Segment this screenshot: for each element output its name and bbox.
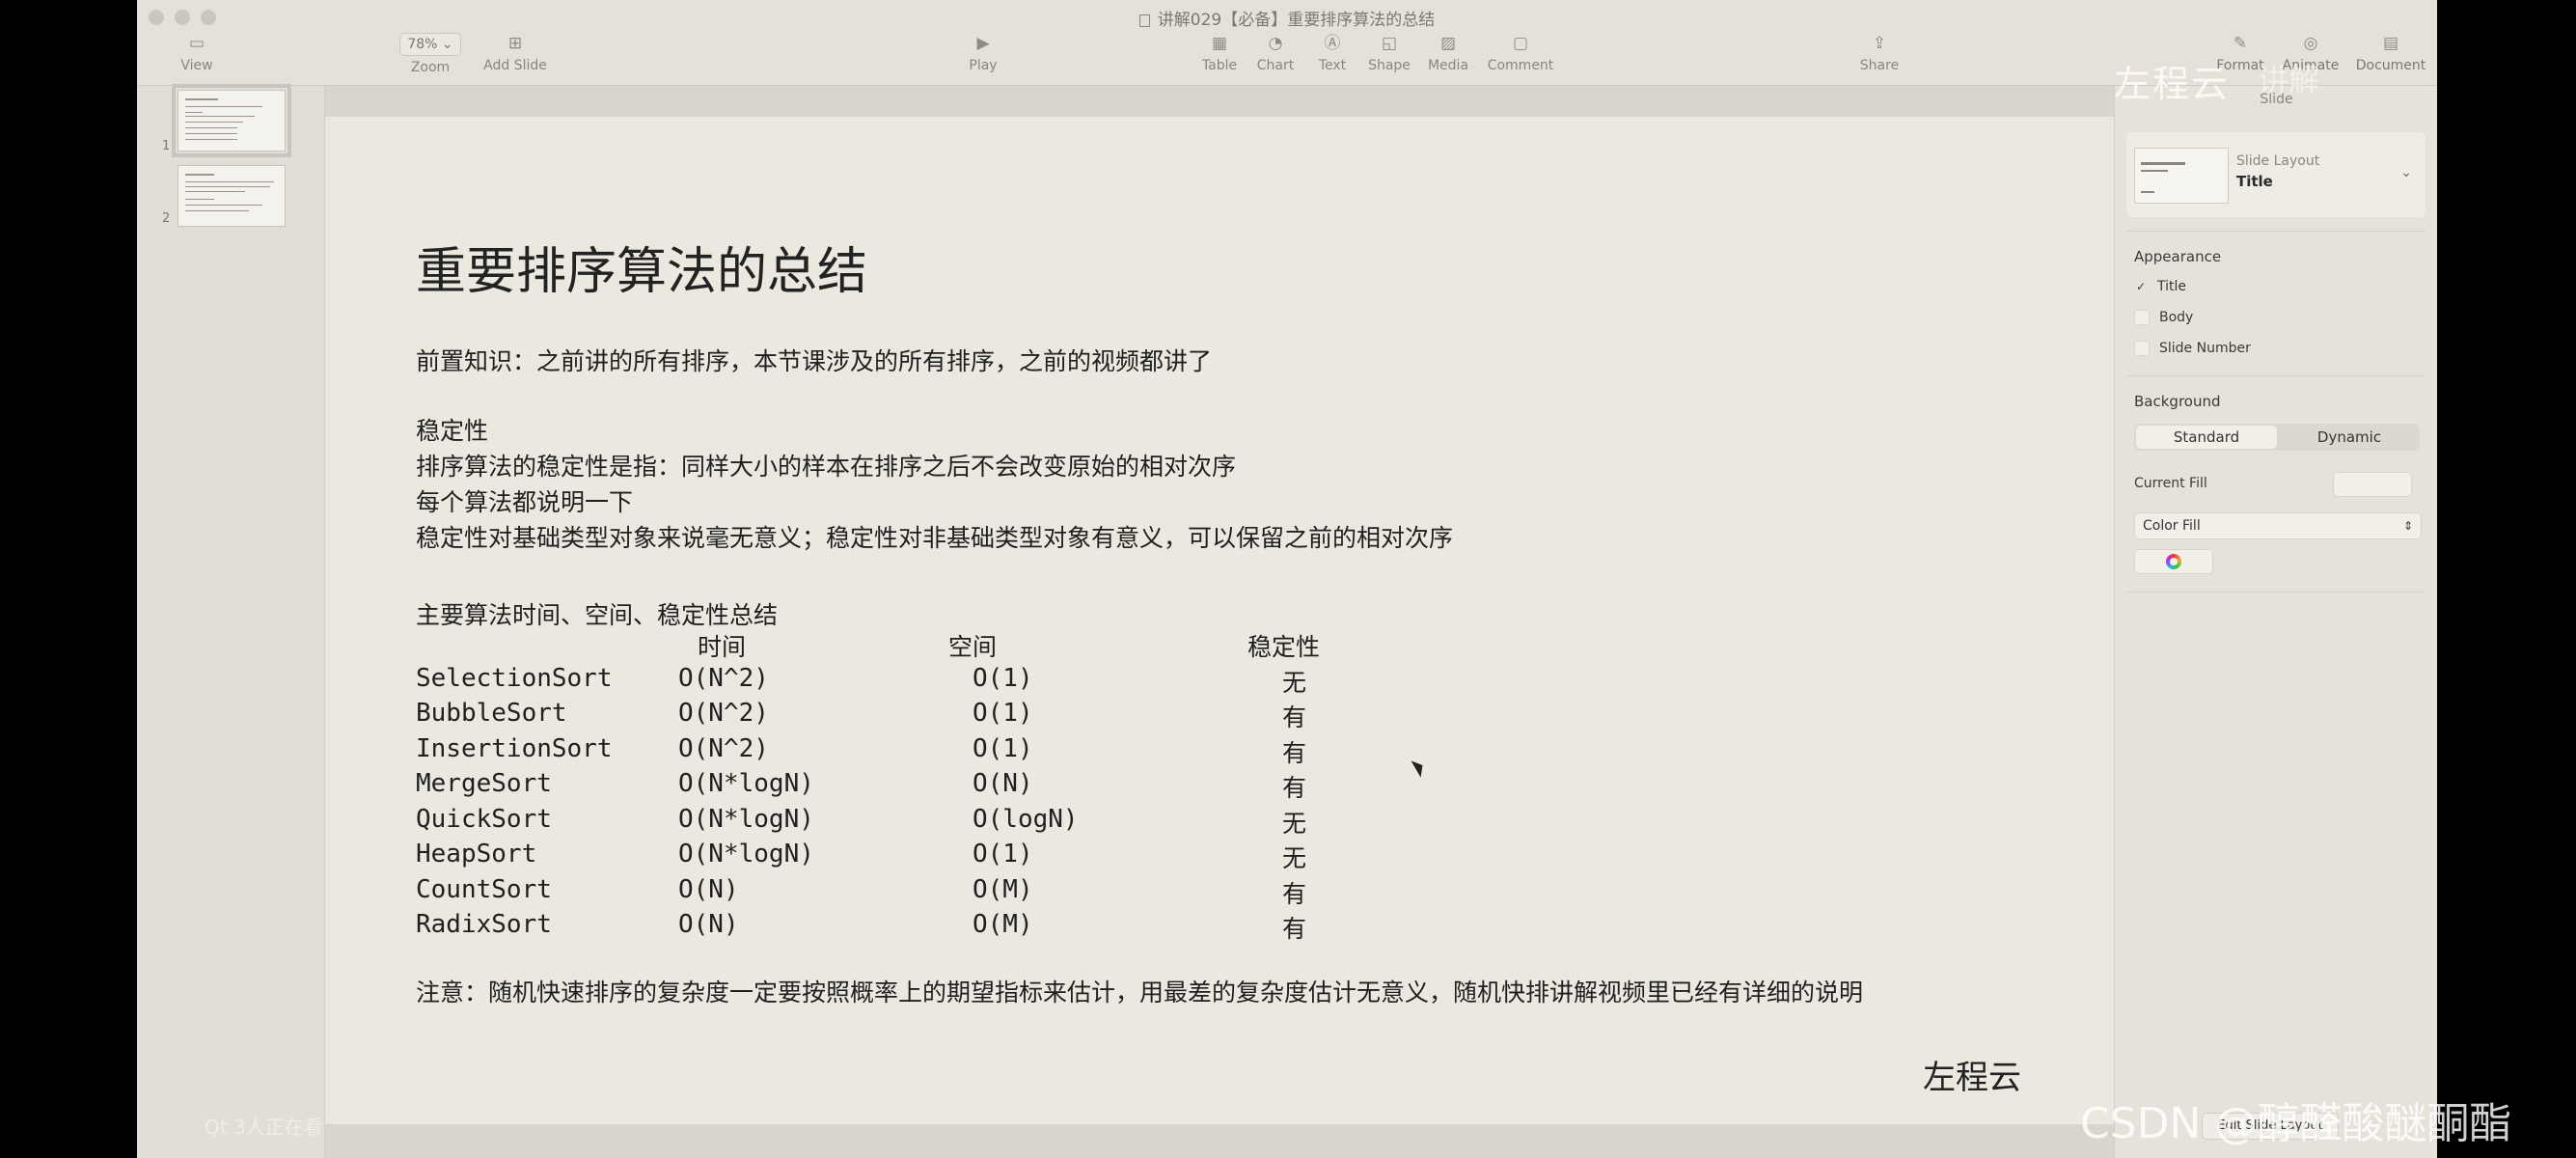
- author-brand[interactable]: 左程云: [1923, 1051, 2021, 1098]
- text-button[interactable]: Ⓐ Text: [1308, 33, 1357, 73]
- document-button[interactable]: ▤ Document: [2352, 33, 2429, 73]
- layout-thumbnail: [2134, 148, 2229, 204]
- slide-number-checkbox[interactable]: Slide Number: [2134, 341, 2251, 356]
- divider: [2126, 231, 2425, 232]
- time-complexity: O(N*logN): [678, 840, 814, 868]
- body-checkbox[interactable]: Body: [2134, 310, 2193, 325]
- share-icon: ⇪: [1872, 34, 1887, 53]
- watermark-bottom: CSDN @醇醛酸醚酮酯: [2080, 1099, 2512, 1148]
- algorithm-name: MergeSort: [416, 769, 552, 798]
- time-complexity: O(N): [678, 910, 739, 939]
- sidebar-icon: ▭: [188, 34, 206, 53]
- text-icon: Ⓐ: [1324, 34, 1341, 53]
- time-complexity: O(N^2): [678, 663, 769, 693]
- stability-heading[interactable]: 稳定性: [416, 412, 488, 447]
- dynamic-tab[interactable]: Dynamic: [2279, 424, 2420, 451]
- paintbrush-icon: ✎: [2233, 34, 2248, 53]
- summary-heading[interactable]: 主要算法时间、空间、稳定性总结: [416, 596, 778, 631]
- current-slide[interactable]: 重要排序算法的总结 前置知识：之前讲的所有排序，本节课涉及的所有排序，之前的视频…: [325, 117, 2114, 1124]
- media-button[interactable]: ▨ Media: [1420, 33, 1476, 73]
- header-stability: 稳定性: [1247, 633, 1321, 661]
- comment-button[interactable]: ▢ Comment: [1482, 33, 1559, 73]
- background-segmented-control[interactable]: Standard Dynamic: [2134, 424, 2420, 451]
- slide-canvas: 重要排序算法的总结 前置知识：之前讲的所有排序，本节课涉及的所有排序，之前的视频…: [325, 86, 2114, 1158]
- time-complexity: O(N*logN): [678, 769, 814, 798]
- time-complexity: O(N^2): [678, 733, 769, 763]
- slide-layout-picker[interactable]: Slide Layout Title ⌄: [2126, 132, 2425, 217]
- play-icon: ▶: [976, 34, 990, 53]
- stability-each[interactable]: 每个算法都说明一下: [416, 483, 633, 518]
- mouse-cursor-icon: [1411, 757, 1428, 778]
- table-button[interactable]: ▦ Table: [1194, 33, 1245, 73]
- view-button[interactable]: ▭ View: [168, 33, 226, 73]
- toolbar: 讲解029【必备】重要排序算法的总结 ▭ View 78% ⌄ Zoom ⊞ A…: [137, 0, 2437, 86]
- media-icon: ▨: [1439, 34, 1457, 53]
- prerequisite-text[interactable]: 前置知识：之前讲的所有排序，本节课涉及的所有排序，之前的视频都讲了: [416, 343, 1212, 377]
- share-button[interactable]: ⇪ Share: [1850, 33, 1908, 73]
- table-icon: ▦: [1211, 34, 1228, 53]
- chart-button[interactable]: ◔ Chart: [1248, 33, 1302, 73]
- viewer-count-overlay: Qt 3人正在看: [205, 1116, 323, 1139]
- shape-button[interactable]: ◱ Shape: [1360, 33, 1418, 73]
- play-button[interactable]: ▶ Play: [959, 33, 1007, 73]
- time-complexity: O(N): [678, 874, 739, 904]
- checkbox-icon: [2134, 310, 2150, 325]
- standard-tab[interactable]: Standard: [2136, 426, 2277, 449]
- add-slide-icon: ⊞: [507, 34, 523, 53]
- note-text[interactable]: 注意：随机快速排序的复杂度一定要按照概率上的期望指标来估计，用最差的复杂度估计无…: [416, 974, 1863, 1008]
- zoom-control[interactable]: 78% ⌄ Zoom: [392, 33, 469, 75]
- keynote-window: 讲解029【必备】重要排序算法的总结 ▭ View 78% ⌄ Zoom ⊞ A…: [137, 0, 2437, 1158]
- slide-thumbnail-1[interactable]: [172, 84, 291, 157]
- algorithm-name: BubbleSort: [416, 699, 567, 728]
- current-fill-label: Current Fill: [2134, 476, 2207, 491]
- chevron-down-icon[interactable]: ⌄: [2400, 165, 2412, 180]
- slide-layout-value: Title: [2236, 173, 2273, 190]
- algorithm-name: InsertionSort: [416, 733, 613, 763]
- stability-definition[interactable]: 排序算法的稳定性是指：同样大小的样本在排序之后不会改变原始的相对次序: [416, 448, 1236, 482]
- checkbox-icon: [2134, 341, 2150, 356]
- color-well[interactable]: [2134, 549, 2213, 574]
- algorithm-name: QuickSort: [416, 804, 552, 834]
- title-checkbox[interactable]: ✓ Title: [2134, 279, 2186, 294]
- slide-number: 1: [162, 139, 171, 153]
- slide-layout-label: Slide Layout: [2236, 153, 2320, 169]
- header-time: 时间: [698, 633, 747, 661]
- slide-thumbnail-2[interactable]: [178, 165, 286, 227]
- algorithm-name: CountSort: [416, 874, 552, 904]
- format-inspector: Slide Slide Layout Title ⌄ Appearance ✓ T…: [2114, 86, 2437, 1158]
- time-complexity: O(N^2): [678, 699, 769, 728]
- add-slide-button[interactable]: ⊞ Add Slide: [467, 33, 563, 73]
- fill-type-select[interactable]: Color Fill ⇕: [2134, 512, 2422, 539]
- updown-arrows-icon: ⇕: [2402, 519, 2413, 533]
- document-title: 讲解029【必备】重要排序算法的总结: [137, 6, 2437, 30]
- slide-title[interactable]: 重要排序算法的总结: [416, 231, 867, 303]
- color-wheel-icon: [2166, 554, 2181, 569]
- divider: [2126, 375, 2425, 376]
- document-icon: [1138, 14, 1150, 27]
- time-complexity: O(N*logN): [678, 804, 814, 834]
- stability-note[interactable]: 稳定性对基础类型对象来说毫无意义；稳定性对非基础类型对象有意义，可以保留之前的相…: [416, 519, 1453, 554]
- algorithm-name: SelectionSort: [416, 663, 613, 693]
- checkmark-icon: ✓: [2135, 280, 2147, 293]
- algorithm-name: HeapSort: [416, 840, 537, 868]
- slide-number: 2: [162, 211, 171, 226]
- current-fill-swatch[interactable]: [2333, 472, 2412, 497]
- chart-icon: ◔: [1268, 34, 1283, 53]
- watermark-top: 左程云: [2114, 63, 2231, 105]
- watermark-top-faint: 讲解: [2258, 62, 2320, 98]
- header-space: 空间: [948, 633, 998, 661]
- divider: [2126, 592, 2425, 593]
- comment-icon: ▢: [1512, 34, 1529, 53]
- animate-icon: ◎: [2303, 34, 2318, 53]
- document-icon: ▤: [2382, 34, 2399, 53]
- zoom-select[interactable]: 78% ⌄: [399, 33, 461, 56]
- algorithm-name: RadixSort: [416, 910, 552, 939]
- shape-icon: ◱: [1381, 34, 1398, 53]
- slide-navigator: 1 2: [137, 84, 325, 1158]
- appearance-heading: Appearance: [2134, 248, 2222, 265]
- background-heading: Background: [2134, 393, 2221, 410]
